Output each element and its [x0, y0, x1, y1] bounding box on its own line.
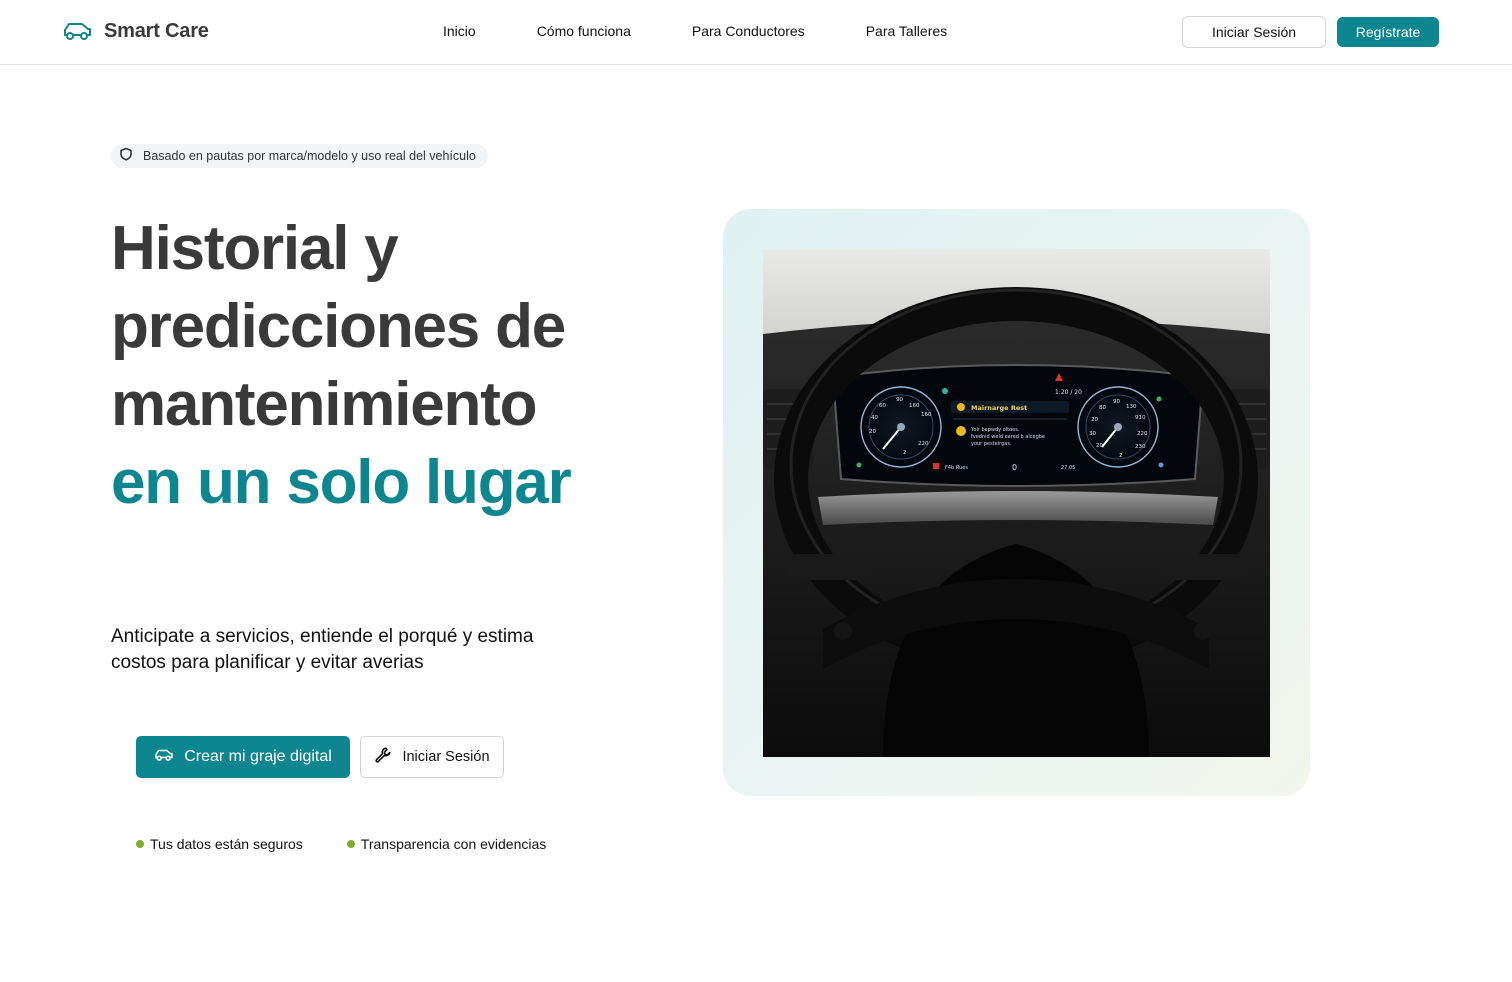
gauge-tick: 30	[1089, 431, 1096, 437]
car-icon	[62, 18, 94, 44]
gauge-tick: 40	[871, 415, 878, 421]
create-garage-button[interactable]: Crear mi graje digital	[136, 736, 350, 778]
alert-text-3: your pesteirgas.	[971, 441, 1012, 447]
hero-login-button[interactable]: Iniciar Sesión	[360, 736, 504, 778]
feature-dot	[346, 840, 355, 848]
gauge-tick: 90	[896, 397, 903, 403]
hero-login-label: Iniciar Sesión	[402, 749, 490, 765]
gauge-tick: 2	[1119, 453, 1123, 459]
headline-line-3: mantenimiento	[111, 370, 538, 439]
feature-dot	[136, 840, 144, 848]
main-nav: Inicio Cómo funciona Para Conductores Pa…	[443, 23, 947, 39]
gauge-tick: 20	[1096, 443, 1103, 449]
feature-label: Tus datos están seguros	[150, 836, 303, 852]
gauge-tick: 80	[1099, 405, 1106, 411]
alert-text-1: Yoir bepwdy oltoes.	[970, 427, 1020, 433]
gauge-tick: 60	[879, 403, 886, 409]
shield-icon	[119, 147, 133, 166]
headline-accent: en un solo lugar	[111, 448, 572, 517]
gauge-tick: 160	[909, 403, 920, 409]
alert-text-2: fvednid weld eared b alcegbe	[971, 434, 1045, 440]
gauge-tick: 20	[869, 429, 876, 435]
nav-item-para-conductores[interactable]: Para Conductores	[692, 23, 805, 39]
create-garage-label: Crear mi graje digital	[184, 748, 332, 765]
top-readout: 1:20 / 20	[1055, 389, 1082, 396]
gauge-tick: 90	[1113, 399, 1120, 405]
gauge-tick: 230	[1135, 444, 1146, 450]
dashboard-photo: 60 90 160 160 40 20 220 2 80 90 130 20 9…	[763, 249, 1270, 757]
headline-line-2: predicciones de	[111, 292, 566, 361]
badge-text: Basado en pautas por marca/modelo y uso …	[143, 149, 476, 163]
feature-label: Transparencia con evidencias	[360, 836, 547, 852]
nav-item-para-talleres[interactable]: Para Talleres	[866, 23, 947, 39]
feature-list: Tus datos están seguros Transparencia co…	[136, 836, 546, 852]
feature-item: Transparencia con evidencias	[346, 836, 547, 852]
nav-item-como-funciona[interactable]: Cómo funciona	[537, 23, 631, 39]
gauge-tick: 2	[903, 450, 907, 456]
hero-headline: Historial y predicciones de mantenimient…	[111, 210, 671, 522]
brand-logo[interactable]: Smart Care	[62, 18, 209, 44]
site-header: Smart Care Inicio Cómo funciona Para Con…	[0, 0, 1512, 65]
alert-title: Mairnarge Rest	[971, 404, 1027, 412]
gauge-tick: 910	[1135, 415, 1146, 421]
bottom-center-readout: 0	[1012, 463, 1017, 472]
feature-item: Tus datos están seguros	[136, 836, 303, 852]
nav-item-inicio[interactable]: Inicio	[443, 23, 476, 39]
gauge-tick: 220	[1137, 431, 1148, 437]
car-icon	[154, 748, 174, 767]
wrench-icon	[374, 746, 392, 768]
gauge-tick: 20	[1091, 417, 1098, 423]
gauge-tick: 160	[921, 412, 932, 418]
bottom-left-readout: F4b Rues	[945, 465, 968, 471]
gauge-tick: 220	[918, 441, 929, 447]
brand-name: Smart Care	[104, 19, 209, 42]
bottom-right-readout: 27.05	[1061, 465, 1075, 471]
login-button[interactable]: Iniciar Sesión	[1182, 16, 1326, 48]
gauge-tick: 130	[1126, 404, 1137, 410]
trust-badge: Basado en pautas por marca/modelo y uso …	[111, 144, 488, 168]
hero-subtitle: Anticipate a servicios, entiende el porq…	[111, 626, 534, 673]
headline-line-1: Historial y	[111, 214, 399, 283]
register-button[interactable]: Regístrate	[1337, 17, 1439, 47]
